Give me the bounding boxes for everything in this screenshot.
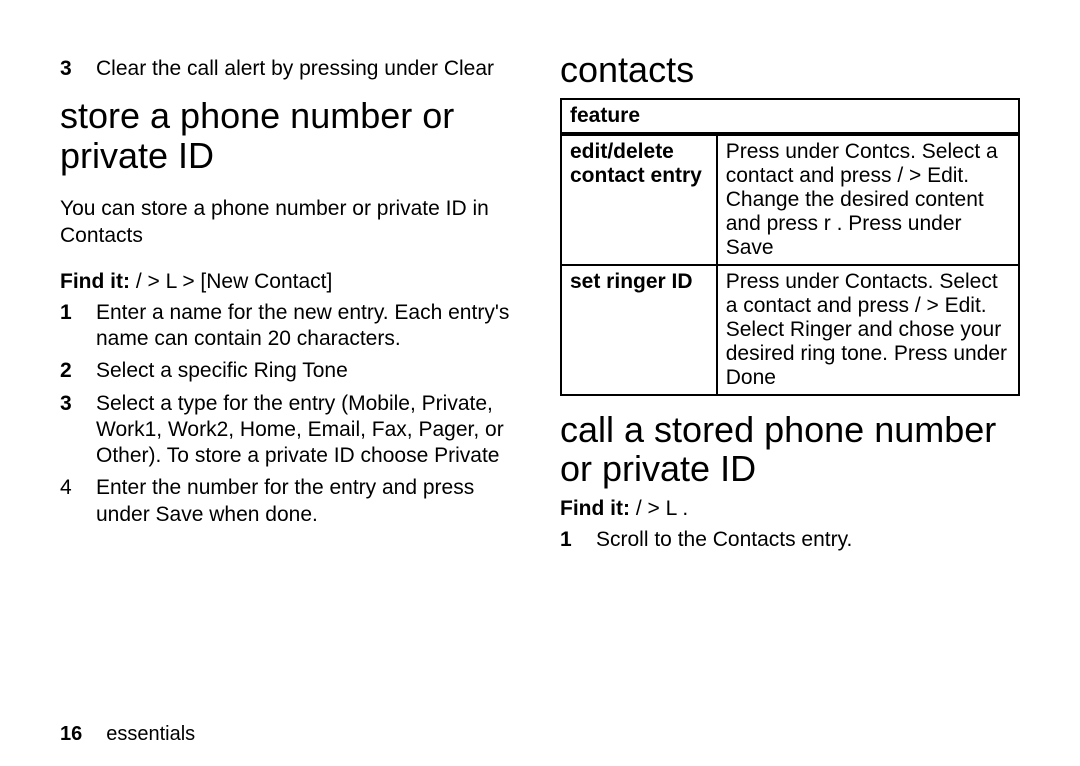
step-num: 1 [560,527,578,553]
heading-store: store a phone number or private ID [60,96,520,175]
table-desc: Press under Contcs. Select a contact and… [717,134,1019,265]
step-text: Enter a name for the new entry. Each ent… [96,300,520,353]
step-num: 2 [60,358,78,384]
page-number: 16 [60,723,82,746]
left-column: 3 Clear the call alert by pressing under… [60,50,520,703]
heading-call: call a stored phone number or private ID [560,410,1020,489]
step-num: 4 [60,475,78,528]
table-header: feature [561,99,1019,134]
step-text: Enter the number for the entry and press… [96,475,520,528]
table-desc: Press under Contacts. Select a contact a… [717,265,1019,395]
table-feature: set ringer ID [561,265,717,395]
right-column: contacts feature edit/delete contact ent… [560,50,1020,703]
step-text: Scroll to the Contacts entry. [596,527,852,553]
step-num: 1 [60,300,78,353]
step-text: Select a type for the entry (Mobile, Pri… [96,391,520,470]
call-steps: 1 Scroll to the Contacts entry. [560,527,1020,553]
prev-step-text: Clear the call alert by pressing under C… [96,56,494,82]
page-footer: 16 essentials [60,703,1020,746]
store-steps: 1 Enter a name for the new entry. Each en… [60,300,520,528]
find-it-path: / > L > [New Contact] [136,270,333,293]
step-text: Select a specific Ring Tone [96,358,348,384]
contacts-feature-table: feature edit/delete contact entryPress u… [560,98,1020,396]
find-it-label-2: Find it: [560,497,630,520]
heading-contacts: contacts [560,50,1020,90]
intro-store: You can store a phone number or private … [60,196,520,249]
step-num: 3 [60,391,78,470]
table-feature: edit/delete contact entry [561,134,717,265]
find-it-path-2: / > L . [636,497,688,520]
section-name: essentials [106,723,195,746]
prev-step-num: 3 [60,56,78,82]
find-it-label: Find it: [60,270,130,293]
